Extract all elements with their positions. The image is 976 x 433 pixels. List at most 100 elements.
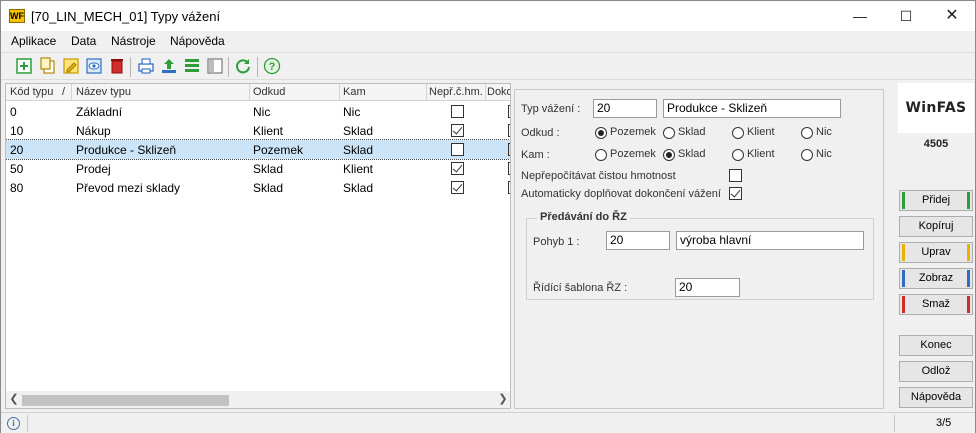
odkud-radio-label: Klient [747,126,775,138]
table-header: Kód typu / Název typu Odkud Kam Nepř.č.h… [6,84,510,101]
table-row[interactable]: 80 Převod mezi sklady Sklad Sklad [6,178,510,197]
column-header-kam[interactable]: Kam [343,86,366,98]
close-icon[interactable]: ✕ [929,1,975,31]
odkud-radio-klient[interactable] [732,127,744,139]
odkud-radio-sklad[interactable] [663,127,675,139]
minimize-icon[interactable]: — [837,1,883,31]
list-icon[interactable] [183,57,201,75]
ridici-sablona-label: Řídící šablona ŘZ : [533,282,628,294]
column-header-odkud[interactable]: Odkud [253,86,285,98]
help-icon[interactable]: ? [263,57,281,75]
nepr-row-checkbox[interactable] [451,181,464,194]
edit-icon[interactable] [62,57,80,75]
odkud-radio-label: Pozemek [610,126,656,138]
kam-radio-nic[interactable] [801,149,813,161]
kam-radio-label: Nic [816,148,832,160]
dokon-row-checkbox[interactable] [508,181,510,194]
konec-button-label: Konec [920,339,952,351]
column-header-dokon[interactable]: Dokon [487,86,510,98]
kopiruj-button-label: Kopíruj [918,220,954,232]
smaz-button[interactable]: Smaž [899,294,973,315]
cell-kod: 50 [10,162,24,176]
pohyb-name-input[interactable]: výroba hlavní [676,231,864,250]
toolbar: ? [1,52,975,80]
odkud-radio-label: Sklad [678,126,706,138]
cell-kod: 10 [10,124,24,138]
pohyb-code-input[interactable]: 20 [606,231,670,250]
winfas-logo: WinFAS [898,83,974,133]
scroll-right-icon[interactable]: ❯ [496,392,510,405]
column-header-kod[interactable]: Kód typu [10,86,53,98]
cell-nazev: Produkce - Sklizeň [76,143,177,157]
nepr-row-checkbox[interactable] [451,105,464,118]
uprav-button[interactable]: Uprav [899,242,973,263]
pridej-button[interactable]: Přidej [899,190,973,211]
menu-aplikace[interactable]: Aplikace [11,34,56,48]
odkud-radio-nic[interactable] [801,127,813,139]
dokon-row-checkbox[interactable] [508,105,510,118]
table-row[interactable]: 50 Prodej Sklad Klient [6,159,510,178]
auto-dokonceni-checkbox[interactable] [729,187,742,200]
kam-radio-label: Klient [747,148,775,160]
title-bar: WF [70_LIN_MECH_01] Typy vážení — ☐ ✕ [1,1,975,31]
menu-nastroje[interactable]: Nástroje [111,34,156,48]
weighing-types-table: Kód typu / Název typu Odkud Kam Nepř.č.h… [5,83,511,409]
nepr-hmotnost-checkbox[interactable] [729,169,742,182]
refresh-icon[interactable] [234,57,252,75]
table-row[interactable]: 0 Základní Nic Nic [6,102,510,121]
nepr-hmotnost-label: Nepřepočítávat čistou hmotnost [521,170,676,182]
napoveda-button[interactable]: Nápověda [899,387,973,408]
table-row[interactable]: 20 Produkce - Sklizeň Pozemek Sklad [6,139,510,160]
view-icon[interactable] [85,57,103,75]
print-icon[interactable] [137,57,155,75]
kam-radio-sklad[interactable] [663,149,675,161]
add-icon[interactable] [15,57,33,75]
typ-vazeni-name-input[interactable]: Produkce - Sklizeň [663,99,841,118]
kam-radio-label: Sklad [678,148,706,160]
cell-kam: Sklad [343,181,374,195]
column-header-nazev[interactable]: Název typu [76,86,131,98]
cell-nazev: Nákup [76,124,111,138]
cell-nazev: Prodej [76,162,111,176]
kopiruj-button[interactable]: Kopíruj [899,216,973,237]
nepr-row-checkbox[interactable] [451,124,464,137]
brand-name: WinFAS [905,100,967,116]
record-counter: 3/5 [936,417,952,429]
dokon-row-checkbox[interactable] [508,162,510,175]
scrollbar-thumb[interactable] [22,395,229,406]
cell-odkud: Nic [253,105,271,119]
nepr-row-checkbox[interactable] [451,162,464,175]
kam-radio-klient[interactable] [732,149,744,161]
dokon-row-checkbox[interactable] [508,124,510,137]
maximize-icon[interactable]: ☐ [883,1,929,31]
odloz-button[interactable]: Odlož [899,361,973,382]
zobraz-button-label: Zobraz [918,272,954,284]
info-icon[interactable]: i [7,417,20,430]
window-title: [70_LIN_MECH_01] Typy vážení [31,9,221,24]
smaz-button-label: Smaž [921,298,951,310]
svg-text:?: ? [269,61,276,73]
dokon-row-checkbox[interactable] [508,143,510,156]
odkud-radio-pozemek[interactable] [595,127,607,139]
table-row[interactable]: 10 Nákup Klient Sklad [6,121,510,140]
columns-icon[interactable] [206,57,224,75]
zobraz-button[interactable]: Zobraz [899,268,973,289]
odkud-label: Odkud : [521,127,560,139]
ridici-sablona-input[interactable]: 20 [675,278,740,297]
export-icon[interactable] [160,57,178,75]
column-header-nepr[interactable]: Nepř.č.hm. [429,86,485,98]
auto-dokonceni-label: Automaticky doplňovat dokončení vážení [521,188,721,200]
scroll-left-icon[interactable]: ❮ [7,392,21,405]
odloz-button-label: Odlož [921,365,951,377]
kam-radio-pozemek[interactable] [595,149,607,161]
menu-napoveda[interactable]: Nápověda [170,34,225,48]
odkud-radio-label: Nic [816,126,832,138]
konec-button[interactable]: Konec [899,335,973,356]
delete-icon[interactable] [108,57,126,75]
horizontal-scrollbar[interactable]: ❮ ❯ [6,391,510,408]
nepr-row-checkbox[interactable] [451,143,464,156]
menu-data[interactable]: Data [71,34,96,48]
typ-vazeni-code-input[interactable]: 20 [593,99,657,118]
cell-kod: 20 [10,143,24,157]
copy-icon[interactable] [39,57,57,75]
